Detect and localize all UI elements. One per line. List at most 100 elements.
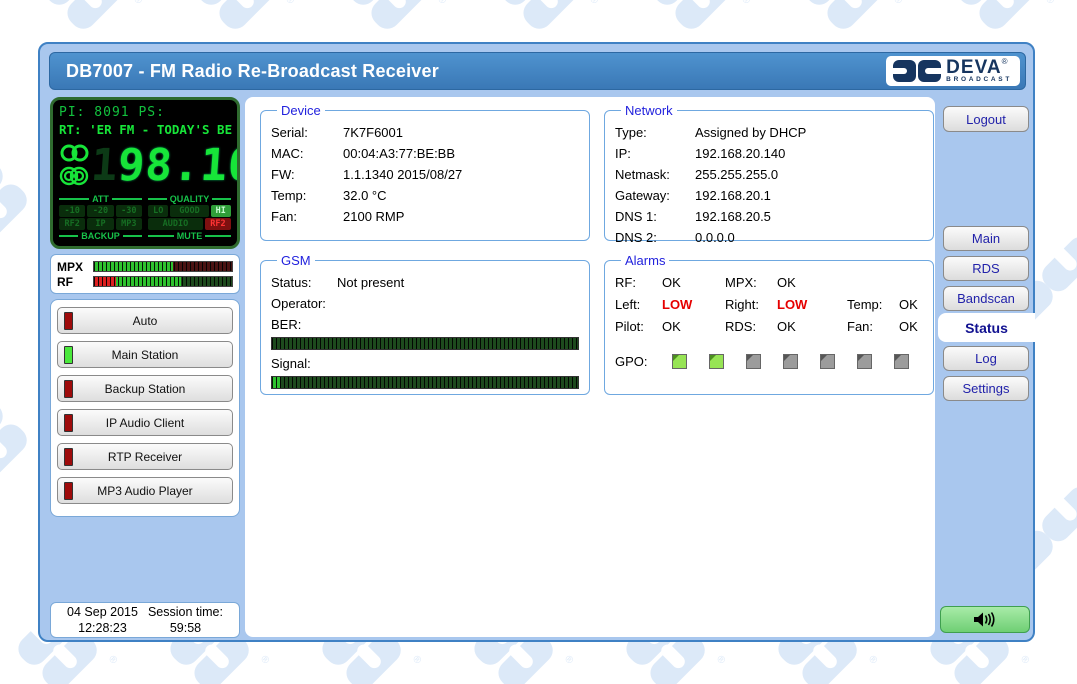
rtp-receiver-button[interactable]: RTP Receiver	[57, 443, 233, 470]
status-content-panel: Device Serial:7K7F6001 MAC:00:04:A3:77:B…	[245, 97, 935, 637]
mute-rf2-indicator: RF2	[205, 218, 231, 230]
session-time-value: 59:58	[148, 620, 223, 636]
gsm-signal-label: Signal:	[271, 353, 579, 374]
mute-group-label: MUTE	[148, 231, 231, 241]
att-group-label: ATT	[59, 194, 142, 204]
deva-watermark-icon: ®	[0, 155, 35, 247]
backup-rf2-indicator: RF2	[59, 218, 85, 230]
page-title: DB7007 - FM Radio Re-Broadcast Receiver	[50, 61, 886, 82]
gsm-ber-bar	[271, 337, 579, 350]
time-text: 12:28:23	[67, 620, 138, 636]
network-type-row: Type:Assigned by DHCP	[615, 122, 923, 143]
lcd-display: PI: 8091 PS: RT: 'ER FM - TODAY'S BE 1	[50, 97, 240, 249]
deva-broadcast-logo: DEVA® BROADCAST	[886, 56, 1020, 86]
mute-audio-indicator: AUDIO	[148, 218, 203, 230]
quality-hi-indicator: HI	[211, 205, 231, 217]
network-netmask-row: Netmask:255.255.255.0	[615, 164, 923, 185]
alarm-right: Right:LOW	[725, 294, 847, 316]
gpo-indicator-1	[672, 354, 687, 369]
device-fw-row: FW:1.1.1340 2015/08/27	[271, 164, 579, 185]
tab-settings[interactable]: Settings	[943, 376, 1029, 401]
tab-status[interactable]: Status	[938, 313, 1035, 342]
deva-watermark-icon: ®	[950, 0, 1042, 37]
tab-main[interactable]: Main	[943, 226, 1029, 251]
alarm-temp: Temp:OK	[847, 294, 923, 316]
frequency-ghost-digit: 1	[89, 140, 119, 191]
main-station-led	[64, 346, 73, 364]
gsm-operator-row: Operator:	[271, 293, 579, 314]
gsm-signal-bar	[271, 376, 579, 389]
listen-audio-button[interactable]	[940, 606, 1030, 633]
device-serial-row: Serial:7K7F6001	[271, 122, 579, 143]
att-10-indicator: -10	[59, 205, 85, 217]
logo-broadcast-text: BROADCAST	[946, 77, 1012, 84]
gsm-status-row: Status:Not present	[271, 272, 579, 293]
tab-log[interactable]: Log	[943, 346, 1029, 371]
frequency-readout: 98.10	[116, 140, 240, 191]
rtp-receiver-led	[64, 448, 73, 466]
alarm-pilot: Pilot:OK	[615, 316, 725, 338]
rds-pi-ps-line: PI: 8091 PS:	[59, 105, 231, 120]
network-panel: Network Type:Assigned by DHCP IP:192.168…	[604, 103, 934, 241]
auto-button[interactable]: Auto	[57, 307, 233, 334]
mp3-audio-player-led	[64, 482, 73, 500]
logout-button[interactable]: Logout	[943, 106, 1029, 132]
lcd-indicators: ATT -10 -20 -30 RF2 IP MP3 BACKUP QUALIT…	[59, 194, 231, 241]
gpo-label: GPO:	[615, 354, 661, 369]
session-time-label: Session time:	[148, 604, 223, 620]
db-logo-icon	[892, 59, 942, 83]
device-panel: Device Serial:7K7F6001 MAC:00:04:A3:77:B…	[260, 103, 590, 241]
network-panel-legend: Network	[621, 103, 677, 118]
deva-watermark-icon: ®	[494, 0, 586, 37]
logo-deva-text: DEVA	[946, 57, 1001, 78]
date-text: 04 Sep 2015	[67, 604, 138, 620]
device-panel-legend: Device	[277, 103, 325, 118]
mpx-meter-bar	[93, 261, 233, 272]
att-20-indicator: -20	[87, 205, 113, 217]
device-temp-row: Temp:32.0 °C	[271, 185, 579, 206]
speaker-icon	[973, 611, 997, 628]
gpo-indicator-7	[894, 354, 909, 369]
rf-meter-label: RF	[57, 275, 93, 289]
ip-audio-client-led	[64, 414, 73, 432]
quality-group-label: QUALITY	[148, 194, 231, 204]
network-dns1-row: DNS 1:192.168.20.5	[615, 206, 923, 227]
rf-meter-bar	[93, 276, 233, 287]
main-station-button[interactable]: Main Station	[57, 341, 233, 368]
deva-watermark-icon: ®	[0, 395, 35, 487]
mpx-meter-label: MPX	[57, 260, 93, 274]
gsm-panel: GSM Status:Not present Operator: BER: Si…	[260, 253, 590, 395]
auto-led	[64, 312, 73, 330]
gsm-ber-label: BER:	[271, 314, 579, 335]
gpo-indicator-3	[746, 354, 761, 369]
deva-watermark-icon: ®	[646, 0, 738, 37]
clock-panel: 04 Sep 2015 12:28:23 Session time: 59:58	[50, 602, 240, 638]
alarm-rf: RF:OK	[615, 272, 725, 294]
gpo-indicator-2	[709, 354, 724, 369]
alarms-panel: Alarms RF:OK MPX:OK Left:LOW Right:LOW T…	[604, 253, 934, 395]
gpo-indicator-6	[857, 354, 872, 369]
alarm-empty	[847, 272, 923, 294]
alarm-mpx: MPX:OK	[725, 272, 847, 294]
backup-station-button[interactable]: Backup Station	[57, 375, 233, 402]
network-gateway-row: Gateway:192.168.20.1	[615, 185, 923, 206]
deva-watermark-icon: ®	[38, 0, 130, 37]
device-mac-row: MAC:00:04:A3:77:BE:BB	[271, 143, 579, 164]
deva-watermark-icon: ®	[798, 0, 890, 37]
alarms-panel-legend: Alarms	[621, 253, 669, 268]
device-fan-row: Fan:2100 RMP	[271, 206, 579, 227]
ip-audio-client-button[interactable]: IP Audio Client	[57, 409, 233, 436]
level-meters: MPX RF	[50, 254, 240, 294]
tab-rds[interactable]: RDS	[943, 256, 1029, 281]
network-dns2-row: DNS 2:0.0.0.0	[615, 227, 923, 248]
alarm-rds: RDS:OK	[725, 316, 847, 338]
alarm-fan: Fan:OK	[847, 316, 923, 338]
att-30-indicator: -30	[116, 205, 142, 217]
backup-group-label: BACKUP	[59, 231, 142, 241]
quality-lo-indicator: LO	[148, 205, 168, 217]
mp3-audio-player-button[interactable]: MP3 Audio Player	[57, 477, 233, 504]
backup-ip-indicator: IP	[87, 218, 113, 230]
tab-bandscan[interactable]: Bandscan	[943, 286, 1029, 311]
rds-radiotext-line: RT: 'ER FM - TODAY'S BE	[59, 122, 231, 137]
deva-watermark-icon: ®	[190, 0, 282, 37]
